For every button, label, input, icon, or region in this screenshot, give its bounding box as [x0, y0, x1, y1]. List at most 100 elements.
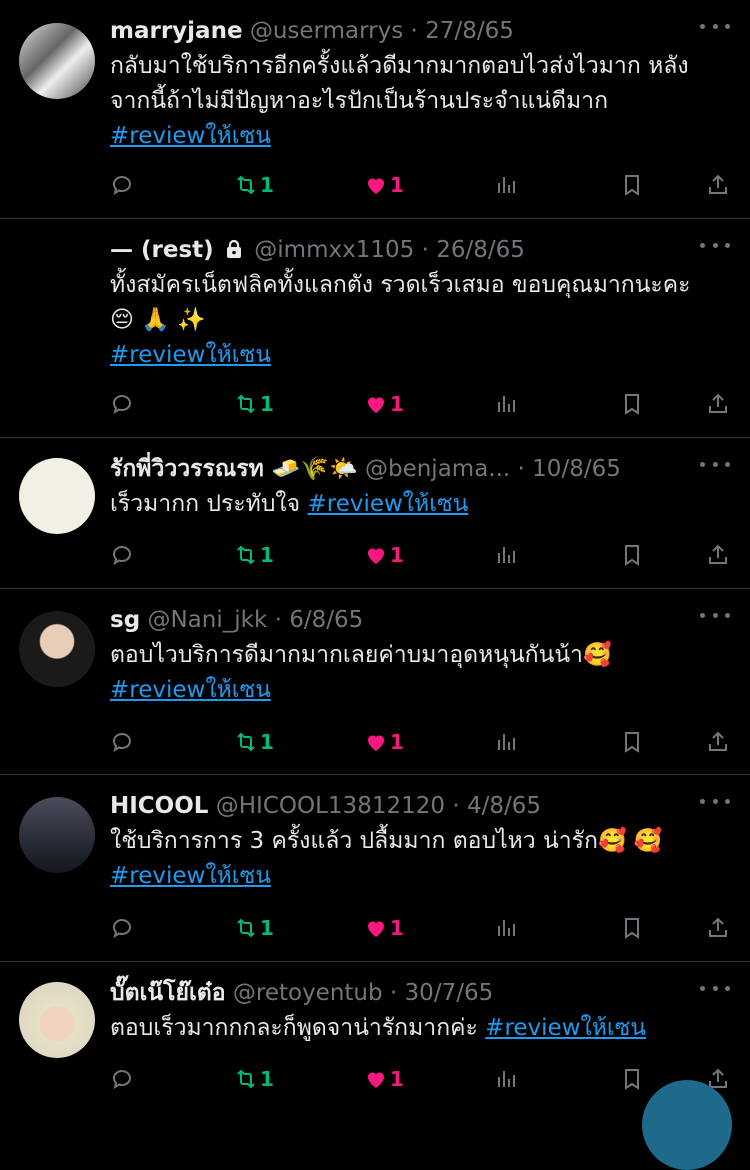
- share-button[interactable]: [706, 168, 730, 202]
- analytics-button[interactable]: [494, 387, 518, 421]
- share-button[interactable]: [706, 387, 730, 421]
- bookmark-icon: [625, 918, 639, 939]
- retweet-button[interactable]: 1: [234, 168, 274, 202]
- like-button[interactable]: 1: [364, 168, 404, 202]
- analytics-button[interactable]: [494, 538, 518, 572]
- avatar[interactable]: [19, 23, 95, 99]
- tweet[interactable]: marryjane @usermarrys · 27/8/65 กลับมาใช…: [0, 0, 750, 219]
- handle[interactable]: @HICOOL13812120: [216, 793, 445, 819]
- display-name[interactable]: — (rest): [110, 237, 214, 263]
- reply-button[interactable]: [110, 911, 134, 945]
- handle[interactable]: @immxx1105: [254, 237, 414, 263]
- avatar[interactable]: [19, 982, 95, 1058]
- hashtag-link[interactable]: #reviewให้เซน: [485, 1015, 646, 1041]
- tweet-header: — (rest) @immxx1105 · 26/8/65: [110, 233, 730, 267]
- tweet[interactable]: บั๊ตเน๊โย๊เต๋อ @retoyentub · 30/7/65 ตอบ…: [0, 962, 750, 1100]
- tweet-header: รักพี่วิววรรณรท 🧈🌾🌤️ @benjama... · 10/8/…: [110, 452, 730, 486]
- display-name[interactable]: HICOOL: [110, 793, 208, 819]
- retweet-button[interactable]: 1: [234, 538, 274, 572]
- like-count: 1: [390, 730, 404, 754]
- compose-tweet-button[interactable]: [642, 1080, 732, 1170]
- display-name[interactable]: บั๊ตเน๊โย๊เต๋อ: [110, 980, 226, 1006]
- share-button[interactable]: [706, 911, 730, 945]
- like-icon: [368, 178, 384, 194]
- reply-button[interactable]: [110, 1062, 134, 1096]
- tweet[interactable]: — (rest) @immxx1105 · 26/8/65 ทั้งสมัครเ…: [0, 219, 750, 438]
- handle[interactable]: @retoyentub: [233, 980, 383, 1006]
- like-button[interactable]: 1: [364, 725, 404, 759]
- reply-button[interactable]: [110, 538, 134, 572]
- text-line: กลับมาใช้บริการอีกครั้งแล้วดีมากมากตอบไว…: [110, 53, 689, 79]
- reply-button[interactable]: [110, 168, 134, 202]
- like-button[interactable]: 1: [364, 911, 404, 945]
- hashtag-link[interactable]: #reviewให้เซน: [110, 342, 271, 368]
- text-line: ทั้งสมัครเน็ตฟลิคทั้งแลกตัง รวดเร็วเสมอ …: [110, 272, 691, 298]
- avatar[interactable]: [19, 797, 95, 873]
- share-button[interactable]: [706, 725, 730, 759]
- tweet[interactable]: HICOOL @HICOOL13812120 · 4/8/65 ใช้บริกา…: [0, 775, 750, 962]
- tweet[interactable]: sg @Nani_jkk · 6/8/65 ตอบไวบริการดีมากมา…: [0, 589, 750, 775]
- separator: ·: [421, 237, 429, 263]
- handle[interactable]: @Nani_jkk: [147, 607, 267, 633]
- like-icon: [368, 548, 384, 564]
- bookmark-icon: [625, 732, 639, 753]
- share-button[interactable]: [706, 538, 730, 572]
- bookmark-button[interactable]: [620, 911, 644, 945]
- analytics-button[interactable]: [494, 168, 518, 202]
- retweet-button[interactable]: 1: [234, 725, 274, 759]
- display-name[interactable]: รักพี่วิววรรณรท 🧈🌾🌤️: [110, 456, 358, 482]
- reply-button[interactable]: [110, 725, 134, 759]
- display-name[interactable]: sg: [110, 607, 140, 633]
- timestamp[interactable]: 26/8/65: [436, 237, 525, 263]
- tweet-text: เร็วมากก ประทับใจ #reviewให้เซน: [110, 487, 730, 522]
- text-line: ตอบเร็วมากกกละก็พูดจาน่ารักมากค่ะ: [110, 1015, 478, 1041]
- text-line: 😔 🙏 ✨: [110, 307, 206, 333]
- like-count: 1: [390, 916, 404, 940]
- more-icon[interactable]: [700, 235, 730, 255]
- reply-icon: [113, 919, 131, 939]
- retweet-button[interactable]: 1: [234, 387, 274, 421]
- separator: ·: [517, 456, 525, 482]
- like-icon: [368, 735, 384, 751]
- handle[interactable]: @benjama...: [365, 456, 510, 482]
- more-icon[interactable]: [700, 454, 730, 474]
- tweet-header: marryjane @usermarrys · 27/8/65: [110, 14, 730, 48]
- bookmark-button[interactable]: [620, 725, 644, 759]
- timestamp[interactable]: 27/8/65: [425, 18, 514, 44]
- timestamp[interactable]: 4/8/65: [467, 793, 541, 819]
- timestamp[interactable]: 10/8/65: [532, 456, 621, 482]
- like-button[interactable]: 1: [364, 1062, 404, 1096]
- retweet-button[interactable]: 1: [234, 911, 274, 945]
- tweet-text: ตอบเร็วมากกกละก็พูดจาน่ารักมากค่ะ #revie…: [110, 1011, 730, 1046]
- share-icon: [709, 174, 727, 194]
- avatar[interactable]: [19, 458, 95, 534]
- bookmark-icon: [625, 545, 639, 566]
- retweet-button[interactable]: 1: [234, 1062, 274, 1096]
- timestamp[interactable]: 30/7/65: [405, 980, 494, 1006]
- hashtag-link[interactable]: #reviewให้เซน: [307, 491, 468, 517]
- separator: ·: [410, 18, 418, 44]
- bookmark-button[interactable]: [620, 538, 644, 572]
- display-name[interactable]: marryjane: [110, 18, 243, 44]
- hashtag-link[interactable]: #reviewให้เซน: [110, 863, 271, 889]
- bookmark-button[interactable]: [620, 387, 644, 421]
- bookmark-button[interactable]: [620, 1062, 644, 1096]
- avatar[interactable]: [19, 611, 95, 687]
- more-icon[interactable]: [700, 16, 730, 36]
- hashtag-link[interactable]: #reviewให้เซน: [110, 123, 271, 149]
- like-button[interactable]: 1: [364, 387, 404, 421]
- analytics-button[interactable]: [494, 1062, 518, 1096]
- bookmark-button[interactable]: [620, 168, 644, 202]
- retweet-count: 1: [260, 543, 274, 567]
- reply-button[interactable]: [110, 387, 134, 421]
- like-button[interactable]: 1: [364, 538, 404, 572]
- analytics-button[interactable]: [494, 911, 518, 945]
- handle[interactable]: @usermarrys: [250, 18, 403, 44]
- tweet[interactable]: รักพี่วิววรรณรท 🧈🌾🌤️ @benjama... · 10/8/…: [0, 438, 750, 589]
- more-icon[interactable]: [700, 978, 730, 998]
- timestamp[interactable]: 6/8/65: [289, 607, 363, 633]
- hashtag-link[interactable]: #reviewให้เซน: [110, 677, 271, 703]
- more-icon[interactable]: [700, 791, 730, 811]
- more-icon[interactable]: [700, 605, 730, 625]
- analytics-button[interactable]: [494, 725, 518, 759]
